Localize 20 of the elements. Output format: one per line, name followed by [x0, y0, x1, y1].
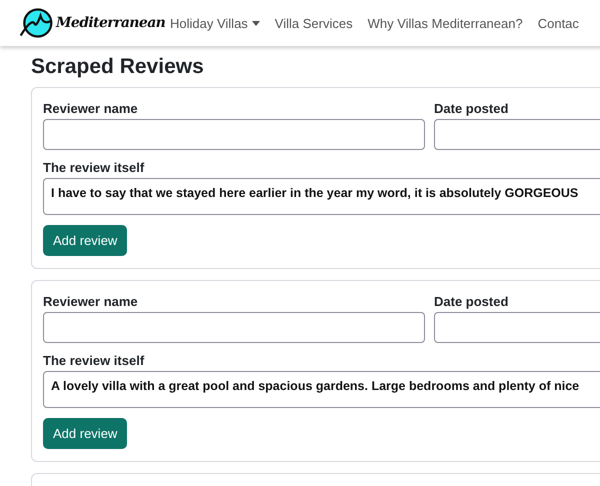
nav-link[interactable]: Why Villas Mediterranean?: [368, 16, 523, 30]
add-review-button[interactable]: Add review: [43, 418, 128, 449]
input-field[interactable]: [43, 312, 425, 343]
field-label: Date posted: [434, 101, 508, 116]
nav-link[interactable]: Villa Services: [274, 16, 353, 30]
review-textarea[interactable]: A lovely villa with a great pool and spacious gardens. Large bedrooms and plenty of nice: [43, 371, 600, 408]
field-label: Reviewer name: [43, 101, 138, 116]
input-field[interactable]: [434, 119, 600, 150]
field-label: The review itself: [43, 353, 144, 368]
review-textarea[interactable]: I have to say that we stayed here earlier in the year my word, it is absolutely GORGEOUS: [43, 178, 600, 215]
field-label: The review itself: [43, 160, 144, 175]
input-field[interactable]: [434, 312, 600, 343]
nav-link[interactable]: Holiday Villas: [170, 16, 260, 30]
input-field[interactable]: [43, 119, 425, 150]
section-heading: Scraped Reviews: [31, 55, 204, 79]
nav-link[interactable]: Contac: [538, 16, 579, 30]
field-label: Reviewer name: [43, 294, 138, 309]
field-label: Date posted: [434, 294, 508, 309]
logo[interactable]: Mediterranean: [18, 5, 170, 41]
add-review-button[interactable]: Add review: [43, 225, 128, 256]
